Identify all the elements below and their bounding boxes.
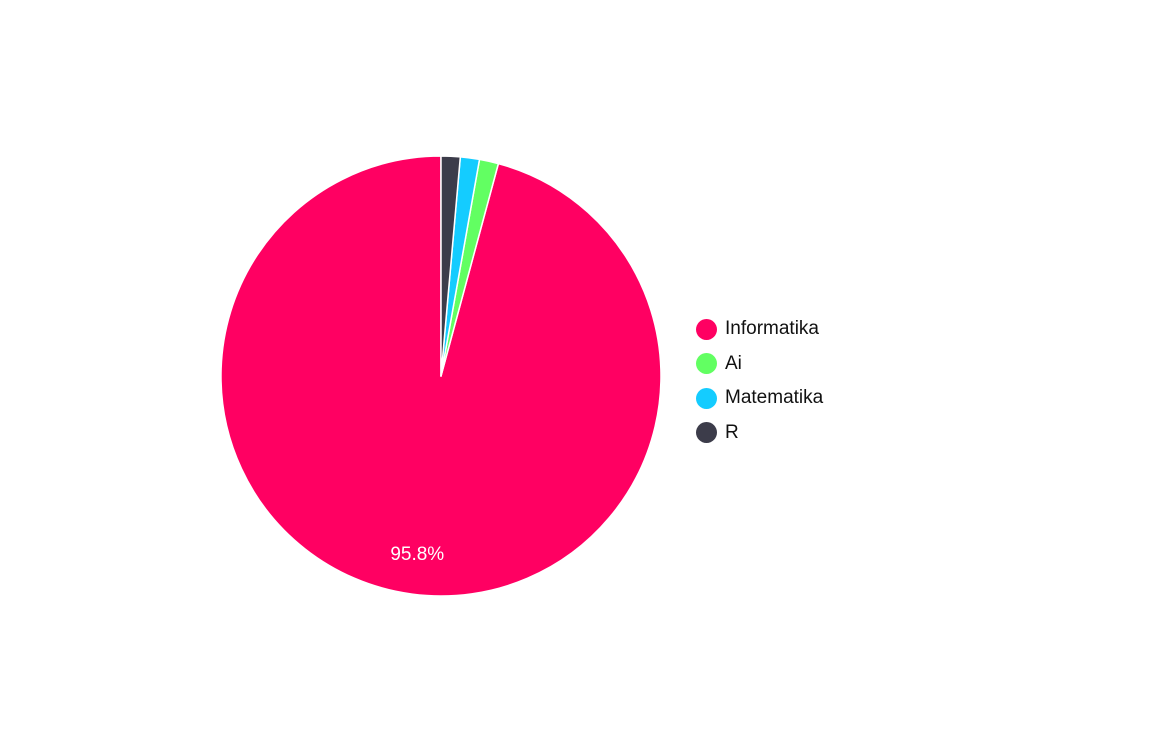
legend-swatch-matematika xyxy=(696,387,717,409)
legend-label-r: R xyxy=(725,421,739,443)
legend-label-matematika: Matematika xyxy=(725,387,824,409)
chart-root: 95.8% Informatika Ai Matematika R xyxy=(0,0,1152,750)
data-label-informatika: 95.8% xyxy=(390,544,444,565)
legend-label-informatika: Informatika xyxy=(725,318,819,340)
legend-item-ai[interactable]: Ai xyxy=(696,347,823,382)
legend-swatch-ai xyxy=(696,353,717,375)
legend-swatch-r xyxy=(696,422,717,444)
pie-chart: 95.8% xyxy=(220,155,662,597)
chart-legend: Informatika Ai Matematika R xyxy=(696,312,823,450)
legend-item-r[interactable]: R xyxy=(696,416,823,451)
legend-item-matematika[interactable]: Matematika xyxy=(696,381,823,416)
legend-label-ai: Ai xyxy=(725,352,742,374)
legend-swatch-informatika xyxy=(696,318,717,340)
legend-item-informatika[interactable]: Informatika xyxy=(696,312,823,347)
